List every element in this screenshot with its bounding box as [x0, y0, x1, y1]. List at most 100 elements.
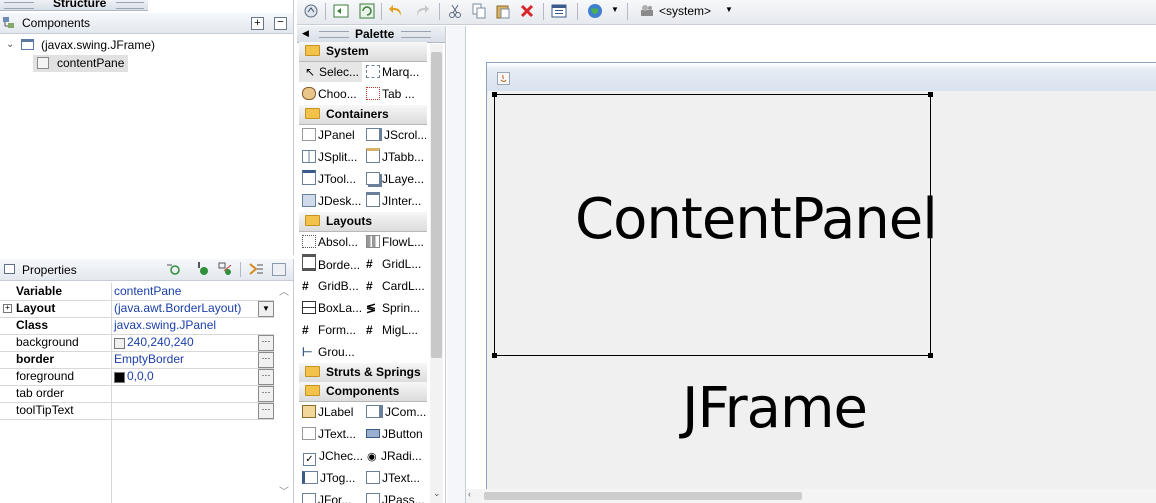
- convert-local-icon[interactable]: [218, 262, 232, 276]
- palette-item-jsplitpane[interactable]: JSplit...: [299, 147, 362, 167]
- palette-item-jtoolbar[interactable]: JTool...: [299, 169, 362, 189]
- prop-value[interactable]: javax.swing.JPanel: [114, 317, 216, 334]
- prop-value[interactable]: 240,240,240: [127, 334, 194, 351]
- expand-icon[interactable]: +: [3, 304, 12, 313]
- look-and-feel-dropdown-icon[interactable]: ▼: [725, 5, 733, 14]
- prop-value[interactable]: (java.awt.BorderLayout): [114, 300, 241, 317]
- tree-row-contentpane[interactable]: contentPane: [33, 55, 128, 72]
- undo-button[interactable]: [387, 2, 407, 20]
- delete-button[interactable]: [517, 2, 537, 20]
- prop-row-border[interactable]: border EmptyBorder ···: [0, 351, 274, 369]
- palette-item-selection[interactable]: ↖ Selec...: [299, 62, 362, 82]
- palette-item-spring-layout[interactable]: ≶ Sprin...: [363, 298, 426, 318]
- palette-item-choose[interactable]: Choo...: [299, 84, 362, 104]
- palette-item-jinternalframe[interactable]: JInter...: [363, 191, 426, 211]
- look-and-feel-label[interactable]: <system>: [659, 4, 711, 18]
- palette-item-jbutton[interactable]: JButton: [363, 424, 426, 444]
- palette-category-components[interactable]: Components: [299, 382, 427, 402]
- show-advanced-icon[interactable]: [248, 262, 264, 277]
- reparse-button[interactable]: [357, 2, 377, 20]
- prop-row-tab-order[interactable]: tab order ···: [0, 385, 274, 403]
- prop-value[interactable]: contentPane: [114, 283, 181, 300]
- paste-button[interactable]: [493, 2, 513, 20]
- palette-item-jpanel[interactable]: JPanel: [299, 125, 362, 145]
- globe-icon[interactable]: [585, 2, 605, 20]
- collapse-palette-icon[interactable]: ◀: [302, 28, 309, 39]
- palette-item-jtextarea[interactable]: JText...: [363, 468, 426, 488]
- palette-item-jtextfield[interactable]: JText...: [299, 424, 362, 444]
- ellipsis-button[interactable]: ···: [258, 352, 274, 368]
- jframe-titlebar[interactable]: [487, 63, 1156, 91]
- palette-item-jformattedtextfield[interactable]: JFor...: [299, 490, 362, 503]
- show-events-icon[interactable]: [166, 263, 180, 276]
- redo-button[interactable]: [411, 2, 431, 20]
- scroll-up-icon[interactable]: ︿: [279, 283, 289, 298]
- prop-row-layout[interactable]: + Layout (java.awt.BorderLayout) ▼: [0, 300, 274, 318]
- globe-dropdown-icon[interactable]: ▼: [611, 5, 619, 14]
- collapse-all-icon[interactable]: −: [274, 17, 287, 30]
- palette-item-mig-layout[interactable]: # MigL...: [363, 320, 426, 340]
- ellipsis-button[interactable]: ···: [258, 386, 274, 402]
- canvas-hscroll-thumb[interactable]: [484, 492, 802, 500]
- palette-scrollbar[interactable]: ⌄: [430, 44, 443, 503]
- ellipsis-button[interactable]: ···: [258, 335, 274, 351]
- palette-item-tab-order[interactable]: Tab ...: [363, 84, 426, 104]
- canvas-hscrollbar[interactable]: ‹: [466, 489, 1156, 503]
- palette-item-jdesktoppane[interactable]: JDesk...: [299, 191, 362, 211]
- copy-button[interactable]: [469, 2, 489, 20]
- properties-scrollbar[interactable]: ︿ ﹀: [277, 283, 290, 503]
- palette-item-border-layout[interactable]: Borde...: [299, 254, 362, 274]
- selection-handle[interactable]: [492, 353, 497, 358]
- palette-item-card-layout[interactable]: # CardL...: [363, 276, 426, 296]
- palette-category-layouts[interactable]: Layouts: [299, 212, 427, 232]
- palette-scroll-thumb[interactable]: [431, 52, 442, 358]
- palette-category-containers[interactable]: Containers: [299, 105, 427, 125]
- palette-category-system[interactable]: System: [299, 42, 427, 62]
- palette-item-jtabbedpane[interactable]: JTabb...: [363, 147, 426, 167]
- palette-item-jlabel[interactable]: JLabel: [299, 402, 362, 422]
- palette-item-jpasswordfield[interactable]: JPass...: [363, 490, 426, 503]
- palette-item-group-layout[interactable]: ⊢ Grou...: [299, 342, 362, 362]
- test-gui-button[interactable]: [301, 2, 321, 20]
- scroll-down-icon[interactable]: ⌄: [433, 488, 441, 499]
- test-preview-button[interactable]: [549, 2, 569, 20]
- palette-item-box-layout[interactable]: BoxLa...: [299, 298, 362, 318]
- selection-handle[interactable]: [928, 92, 933, 97]
- scroll-left-icon[interactable]: ‹: [468, 489, 471, 499]
- prop-value[interactable]: EmptyBorder: [114, 351, 184, 368]
- palette-item-jscrollpane[interactable]: JScrol...: [363, 125, 426, 145]
- scroll-down-icon[interactable]: ﹀: [279, 483, 289, 498]
- restore-default-icon[interactable]: [272, 263, 286, 276]
- goto-definition-icon[interactable]: [196, 262, 210, 276]
- cut-button[interactable]: [445, 2, 465, 20]
- palette-item-grid-layout[interactable]: # GridL...: [363, 254, 426, 274]
- prop-row-background[interactable]: background 240,240,240 ···: [0, 334, 274, 352]
- palette-item-marquee[interactable]: Marq...: [363, 62, 426, 82]
- prop-row-foreground[interactable]: foreground 0,0,0 ···: [0, 368, 274, 386]
- palette-category-struts[interactable]: Struts & Springs: [299, 363, 427, 383]
- palette-item-jcheckbox[interactable]: ✓ JChec...: [299, 446, 362, 466]
- layout-dropdown-button[interactable]: ▼: [258, 301, 274, 317]
- palette-item-gridbag-layout[interactable]: # GridB...: [299, 276, 362, 296]
- palette-item-absolute-layout[interactable]: Absol...: [299, 232, 362, 252]
- palette-item-flow-layout[interactable]: FlowL...: [363, 232, 426, 252]
- selection-handle[interactable]: [492, 92, 497, 97]
- refresh-button[interactable]: [331, 2, 351, 20]
- prop-row-variable[interactable]: Variable contentPane: [0, 283, 274, 301]
- selection-handle[interactable]: [928, 353, 933, 358]
- palette-item-jlayeredpane[interactable]: JLaye...: [363, 169, 426, 189]
- jframe-outer[interactable]: ContentPanel JFrame: [486, 62, 1156, 493]
- palette-item-jtogglebutton[interactable]: JTog...: [299, 468, 362, 488]
- palette-item-jradiobutton[interactable]: ◉ JRadi...: [363, 446, 426, 466]
- palette-item-form-layout[interactable]: # Form...: [299, 320, 362, 340]
- prop-value[interactable]: 0,0,0: [127, 368, 154, 385]
- prop-row-class[interactable]: Class javax.swing.JPanel: [0, 317, 274, 335]
- chevron-down-icon[interactable]: ⌄: [6, 39, 14, 50]
- ellipsis-button[interactable]: ···: [258, 403, 274, 419]
- prop-row-tooltip[interactable]: toolTipText ···: [0, 402, 274, 420]
- look-and-feel-icon[interactable]: [637, 2, 657, 20]
- ellipsis-button[interactable]: ···: [258, 369, 274, 385]
- expand-all-icon[interactable]: +: [251, 17, 264, 30]
- tree-row-jframe[interactable]: ⌄ (javax.swing.JFrame): [0, 37, 290, 54]
- palette-item-jcombobox[interactable]: JCom...: [363, 402, 426, 422]
